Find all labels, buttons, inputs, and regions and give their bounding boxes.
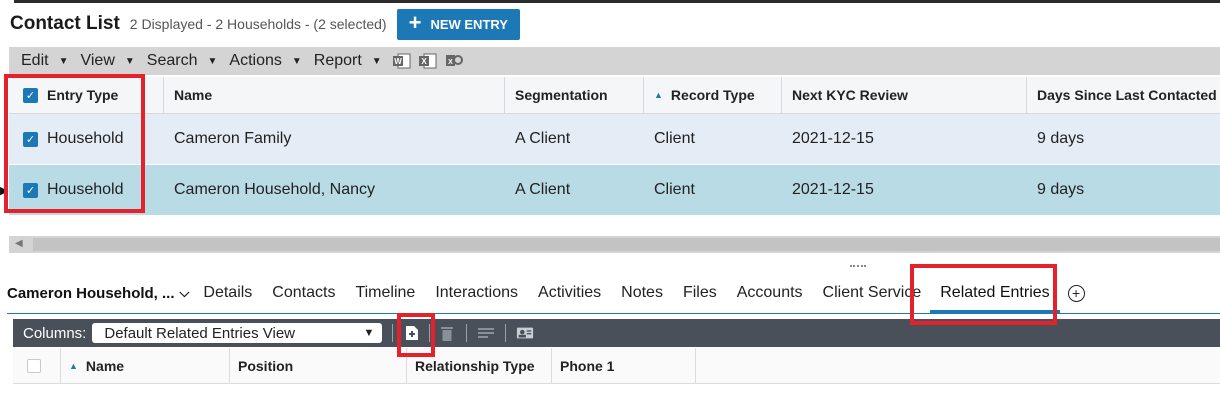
col-record-type-label: Record Type [670, 87, 755, 103]
menu-report[interactable]: Report ▼ [314, 52, 388, 70]
tab-accounts[interactable]: Accounts [737, 284, 803, 302]
rel-col-phone[interactable]: Phone 1 [552, 348, 696, 383]
menu-view[interactable]: View ▼ [80, 52, 146, 70]
toolbar-separator [505, 324, 507, 342]
toolbar-separator [466, 324, 468, 342]
col-segmentation-label: Segmentation [515, 87, 608, 103]
contact-card-icon[interactable] [516, 324, 534, 342]
svg-text:W: W [394, 57, 402, 66]
word-export-icon[interactable]: W [392, 52, 412, 70]
rel-col-phone-label: Phone 1 [560, 357, 615, 374]
cell-days-since: 9 days [1037, 181, 1085, 198]
menu-report-label: Report [313, 52, 362, 69]
page-title: Contact List [10, 13, 120, 34]
new-entry-label: NEW ENTRY [430, 16, 508, 32]
add-tab-icon[interactable]: + [1067, 284, 1085, 302]
columns-view-select[interactable]: Default Related Entries View ▼ [92, 323, 383, 343]
rel-col-position-label: Position [238, 357, 294, 374]
dropdown-arrow-icon: ▼ [363, 327, 375, 339]
cell-next-kyc: 2021-12-15 [792, 181, 874, 198]
list-view-icon[interactable] [477, 324, 495, 342]
tab-timeline[interactable]: Timeline [355, 284, 415, 302]
cell-segmentation: A Client [515, 130, 571, 147]
menu-actions[interactable]: Actions ▼ [229, 52, 313, 70]
caret-down-icon: ▼ [371, 55, 382, 67]
contact-grid: ✓ Entry Type Name Segmentation ▲ Record … [0, 77, 1220, 216]
record-count-summary: 2 Displayed - 2 Households - (2 selected… [129, 16, 387, 32]
cell-name: Cameron Household, Nancy [174, 181, 375, 198]
table-row[interactable]: ✓ Household Cameron Family A Client Clie… [9, 114, 1220, 165]
scroll-left-icon[interactable]: ◀ [15, 238, 23, 249]
col-name[interactable]: Name [164, 77, 505, 113]
menu-search[interactable]: Search ▼ [147, 52, 230, 70]
cell-name: Cameron Family [174, 130, 292, 147]
tab-notes[interactable]: Notes [621, 284, 663, 302]
rel-col-position[interactable]: Position [230, 348, 407, 383]
rel-select-all-checkbox[interactable] [27, 358, 41, 373]
svg-text:X: X [421, 57, 427, 66]
highlight-box-related-entries-tab [910, 264, 1057, 325]
rel-col-name-label: Name [85, 357, 125, 374]
horizontal-scrollbar[interactable]: ◀ [9, 236, 1220, 253]
sort-ascending-icon: ▲ [69, 360, 78, 371]
caret-down-icon: ▼ [291, 55, 302, 67]
table-row[interactable]: ▶ ✓ Household Cameron Household, Nancy A… [0, 165, 1220, 216]
excel-settings-icon[interactable]: X [444, 52, 464, 70]
caret-down-icon: ▼ [207, 55, 218, 67]
col-name-label: Name [174, 87, 213, 103]
svg-text:X: X [448, 59, 453, 66]
highlight-box-entry-type [4, 74, 145, 213]
new-entry-button[interactable]: + NEW ENTRY [396, 8, 520, 40]
toolbar-separator [392, 324, 394, 342]
col-next-kyc[interactable]: Next KYC Review [782, 77, 1027, 113]
related-entries-grid-header: ▲ Name Position Relationship Type Phone … [13, 348, 1220, 384]
scrollbar-thumb[interactable] [33, 238, 1220, 251]
excel-export-icon[interactable]: X [418, 52, 438, 70]
title-row: Contact List 2 Displayed - 2 Households … [10, 8, 520, 40]
tab-client-service[interactable]: Client Service [823, 284, 922, 302]
rel-col-name[interactable]: ▲ Name [61, 348, 230, 383]
window-top-bar [0, 0, 1220, 3]
menu-bar: Edit ▼ View ▼ Search ▼ Actions ▼ Report … [9, 47, 1220, 75]
grid-header: ✓ Entry Type Name Segmentation ▲ Record … [9, 77, 1220, 114]
col-days-since[interactable]: Days Since Last Contacted [1027, 77, 1220, 113]
plus-icon: + [408, 10, 422, 35]
chevron-down-icon: ⌵ [179, 285, 190, 300]
menu-edit-label: Edit [21, 52, 49, 69]
highlight-box-add-entry-icon [397, 313, 435, 357]
view-select-value: Default Related Entries View [104, 324, 296, 342]
menu-search-label: Search [146, 52, 198, 69]
pane-splitter-handle[interactable] [850, 265, 866, 268]
col-record-type[interactable]: ▲ Record Type [644, 77, 782, 113]
menu-edit[interactable]: Edit ▼ [9, 52, 80, 70]
rel-col-relationship-label: Relationship Type [415, 357, 535, 374]
sort-ascending-icon: ▲ [654, 90, 663, 100]
cell-next-kyc: 2021-12-15 [792, 130, 874, 147]
cell-segmentation: A Client [515, 181, 571, 198]
cell-record-type: Client [654, 181, 695, 198]
columns-label: Columns: [23, 324, 87, 342]
col-segmentation[interactable]: Segmentation [505, 77, 644, 113]
tab-files[interactable]: Files [683, 284, 717, 302]
cell-days-since: 9 days [1037, 130, 1085, 147]
tab-interactions[interactable]: Interactions [435, 284, 518, 302]
caret-down-icon: ▼ [58, 55, 69, 67]
tab-details[interactable]: Details [203, 284, 252, 302]
tab-contacts[interactable]: Contacts [272, 284, 335, 302]
col-days-since-label: Days Since Last Contacted [1037, 87, 1217, 103]
tab-activities[interactable]: Activities [538, 284, 601, 302]
menu-actions-label: Actions [229, 52, 282, 69]
record-selector[interactable]: Cameron Household, ... ⌵ [7, 285, 189, 302]
menu-view-label: View [80, 52, 115, 69]
trash-icon[interactable] [438, 324, 456, 342]
cell-record-type: Client [654, 130, 695, 147]
record-name-label: Cameron Household, ... [7, 284, 175, 302]
col-next-kyc-label: Next KYC Review [792, 87, 908, 103]
rel-select-all[interactable] [13, 348, 61, 383]
caret-down-icon: ▼ [124, 55, 135, 67]
